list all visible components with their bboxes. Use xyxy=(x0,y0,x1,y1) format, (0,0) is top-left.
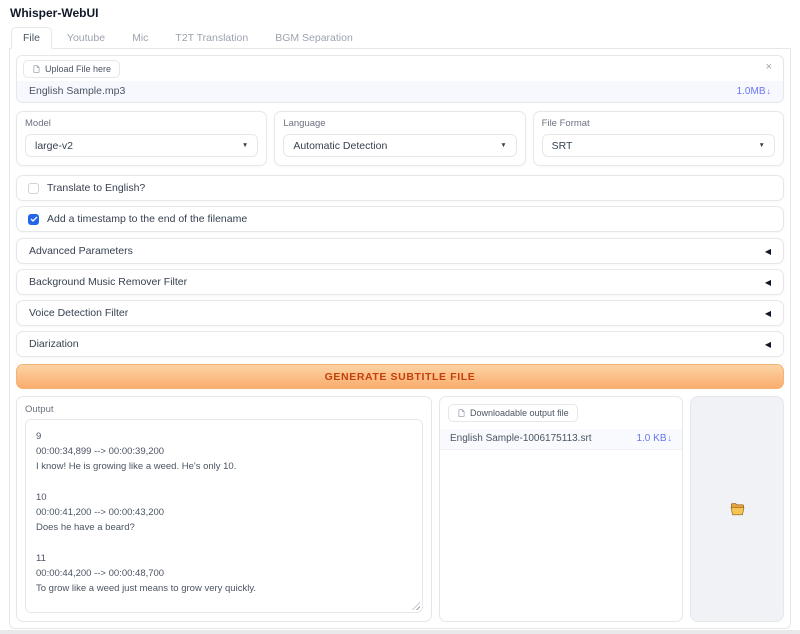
translate-to-english-label: Translate to English? xyxy=(47,182,145,194)
language-dropdown[interactable]: Automatic Detection ▼ xyxy=(283,134,516,157)
file-format-value: SRT xyxy=(552,140,573,152)
accordion-arrow-icon: ◀ xyxy=(765,247,771,256)
model-dropdown[interactable]: large-v2 ▼ xyxy=(25,134,258,157)
accordion-label: Background Music Remover Filter xyxy=(29,276,187,288)
language-field: Language Automatic Detection ▼ xyxy=(274,111,525,166)
output-label: Output xyxy=(25,404,423,415)
downloadable-output-file-label: Downloadable output file xyxy=(470,408,569,418)
accordion-label: Advanced Parameters xyxy=(29,245,133,257)
results-row: Output 9 00:00:34,899 --> 00:00:39,200 I… xyxy=(16,396,784,622)
download-panel: Downloadable output file English Sample-… xyxy=(439,396,683,622)
folder-icon xyxy=(730,503,745,516)
output-file-name: English Sample-1006175113.srt xyxy=(450,433,592,444)
translate-to-english-checkbox[interactable]: Translate to English? xyxy=(16,175,784,201)
chevron-down-icon: ▼ xyxy=(759,142,765,149)
uploaded-file-name: English Sample.mp3 xyxy=(29,85,125,97)
close-icon: × xyxy=(766,61,772,73)
file-format-field: File Format SRT ▼ xyxy=(533,111,784,166)
tab-file[interactable]: File xyxy=(11,27,52,49)
file-icon xyxy=(32,64,41,74)
accordion-voice-detection-filter[interactable]: Voice Detection Filter ◀ xyxy=(16,300,784,326)
file-format-dropdown[interactable]: SRT ▼ xyxy=(542,134,775,157)
model-value: large-v2 xyxy=(35,140,73,152)
output-file-row: English Sample-1006175113.srt 1.0 KB ↓ xyxy=(440,429,682,450)
checkbox-icon xyxy=(28,183,39,194)
accordion-advanced-parameters[interactable]: Advanced Parameters ◀ xyxy=(16,238,784,264)
accordion-diarization[interactable]: Diarization ◀ xyxy=(16,331,784,357)
output-file-size: 1.0 KB xyxy=(636,433,666,444)
download-icon: ↓ xyxy=(767,86,772,96)
downloadable-output-file-button[interactable]: Downloadable output file xyxy=(448,404,578,422)
clear-file-button[interactable]: × xyxy=(761,60,777,75)
language-value: Automatic Detection xyxy=(293,140,387,152)
file-icon xyxy=(457,408,466,418)
upload-file-label: Upload File here xyxy=(45,64,111,74)
chevron-down-icon: ▼ xyxy=(242,142,248,149)
add-timestamp-checkbox[interactable]: Add a timestamp to the end of the filena… xyxy=(16,206,784,232)
accordion-arrow-icon: ◀ xyxy=(765,309,771,318)
checkbox-checked-icon xyxy=(28,214,39,225)
file-format-label: File Format xyxy=(542,118,775,129)
tab-t2t-translation[interactable]: T2T Translation xyxy=(163,27,260,49)
options-row: Model large-v2 ▼ Language Automatic Dete… xyxy=(16,111,784,166)
output-textarea[interactable]: 9 00:00:34,899 --> 00:00:39,200 I know! … xyxy=(25,419,423,613)
accordion-arrow-icon: ◀ xyxy=(765,278,771,287)
language-label: Language xyxy=(283,118,516,129)
uploaded-file-download-link[interactable]: 1.0MB ↓ xyxy=(737,86,771,97)
uploaded-file-row: English Sample.mp3 1.0MB ↓ xyxy=(17,81,783,102)
output-panel: Output 9 00:00:34,899 --> 00:00:39,200 I… xyxy=(16,396,432,622)
app-title: Whisper-WebUI xyxy=(0,0,800,20)
file-upload-area: Upload File here × English Sample.mp3 1.… xyxy=(16,55,784,103)
tab-content: Upload File here × English Sample.mp3 1.… xyxy=(9,49,791,629)
model-label: Model xyxy=(25,118,258,129)
footer-divider xyxy=(0,630,800,634)
model-field: Model large-v2 ▼ xyxy=(16,111,267,166)
download-icon: ↓ xyxy=(668,433,673,443)
tab-bgm-separation[interactable]: BGM Separation xyxy=(263,27,365,49)
chevron-down-icon: ▼ xyxy=(500,142,506,149)
accordion-label: Voice Detection Filter xyxy=(29,307,128,319)
add-timestamp-label: Add a timestamp to the end of the filena… xyxy=(47,213,247,225)
tab-mic[interactable]: Mic xyxy=(120,27,160,49)
upload-file-button[interactable]: Upload File here xyxy=(23,60,120,78)
generate-subtitle-button[interactable]: GENERATE SUBTITLE FILE xyxy=(16,364,784,389)
accordion-bgm-remover-filter[interactable]: Background Music Remover Filter ◀ xyxy=(16,269,784,295)
accordion-arrow-icon: ◀ xyxy=(765,340,771,349)
uploaded-file-size: 1.0MB xyxy=(737,86,766,97)
output-file-download-link[interactable]: 1.0 KB ↓ xyxy=(636,433,672,444)
tab-bar: File Youtube Mic T2T Translation BGM Sep… xyxy=(9,26,791,49)
accordion-label: Diarization xyxy=(29,338,79,350)
open-folder-button[interactable] xyxy=(690,396,784,622)
tab-youtube[interactable]: Youtube xyxy=(55,27,117,49)
